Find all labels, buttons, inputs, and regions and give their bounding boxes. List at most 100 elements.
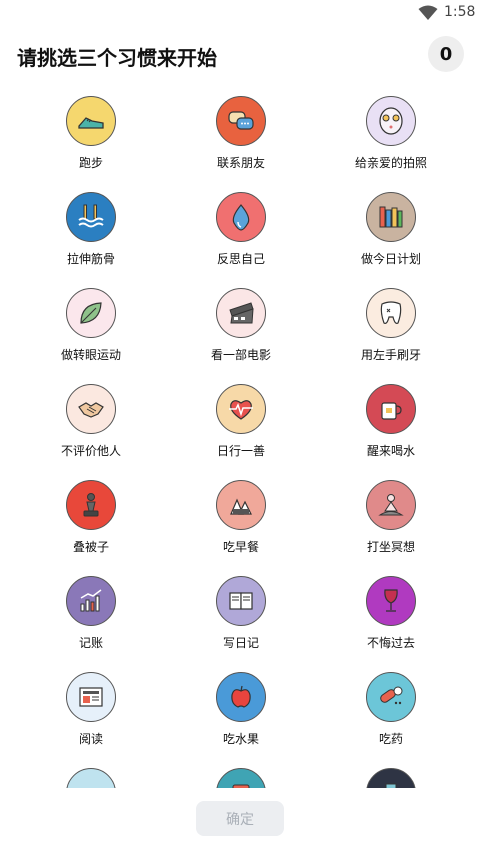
habit-icon-circle (66, 672, 116, 722)
habit-item[interactable]: 打坐冥想 (316, 472, 466, 568)
habit-item[interactable]: 不评价他人 (16, 376, 166, 472)
habit-icon-circle (366, 576, 416, 626)
habit-icon-circle (216, 480, 266, 530)
page-title: 请挑选三个习惯来开始 (17, 46, 217, 70)
habit-label: 阅读 (78, 732, 103, 746)
pills-icon (380, 686, 403, 705)
habit-icon-circle (66, 480, 116, 530)
habit-item[interactable]: 看一部电影 (166, 280, 316, 376)
habit-grid: 跑步 联系朋友 给亲爱的拍照拉伸筋骨 反思自己 做今日计划做转眼运动 看一部电影 用左手刷牙… (0, 88, 480, 788)
habit-icon-circle (366, 384, 416, 434)
leaf-icon (80, 302, 102, 324)
habit-label: 跑步 (78, 156, 103, 170)
chat-bubbles-icon (228, 111, 254, 130)
habit-item[interactable]: 不悔过去 (316, 568, 466, 664)
habit-grid-viewport[interactable]: 跑步 联系朋友 给亲爱的拍照拉伸筋骨 反思自己 做今日计划做转眼运动 看一部电影 用左手刷牙… (0, 88, 480, 788)
habit-label: 用左手刷牙 (360, 348, 421, 362)
apple-icon (231, 685, 251, 708)
habit-item[interactable]: 记账 (16, 568, 166, 664)
habit-item[interactable]: 反思自己 (166, 184, 316, 280)
habit-icon-circle (366, 480, 416, 530)
confirm-button[interactable]: 确定 (196, 801, 284, 836)
habit-item[interactable]: 阅读 (16, 664, 166, 760)
habit-label: 吃药 (378, 732, 403, 746)
habit-icon-circle (366, 96, 416, 146)
habit-item[interactable]: 吃药 (316, 664, 466, 760)
habit-icon-circle (66, 288, 116, 338)
habit-item[interactable]: 叠被子 (16, 472, 166, 568)
habit-label: 联系朋友 (216, 156, 265, 170)
habit-icon-circle (216, 96, 266, 146)
door-icon (385, 783, 397, 788)
habit-label: 做转眼运动 (60, 348, 121, 362)
habit-icon-circle (66, 192, 116, 242)
swimming-pool-icon (78, 204, 104, 228)
shoe-icon (78, 117, 104, 129)
habit-icon-circle (366, 672, 416, 722)
water-drop-icon (232, 204, 250, 231)
habit-icon-circle (216, 576, 266, 626)
habit-label: 不悔过去 (366, 636, 415, 650)
habit-icon-circle (66, 96, 116, 146)
habit-item[interactable]: 写日记 (166, 568, 316, 664)
habit-item[interactable]: 做今日计划 (316, 184, 466, 280)
books-icon (379, 206, 403, 228)
habit-label: 不评价他人 (60, 444, 121, 458)
habit-item[interactable]: 做转眼运动 (16, 280, 166, 376)
habit-label: 日行一善 (216, 444, 265, 458)
selected-count-badge: 0 (428, 36, 464, 72)
habit-item[interactable]: 跑步 (16, 88, 166, 184)
habit-icon-circle (216, 768, 266, 788)
habit-label: 看一部电影 (210, 348, 271, 362)
habit-label: 做今日计划 (360, 252, 421, 266)
bandage-icon (76, 778, 106, 788)
habit-label: 叠被子 (72, 540, 109, 554)
notebook-icon (229, 592, 253, 610)
chess-piece-icon (83, 493, 99, 517)
habit-label: 记账 (78, 636, 103, 650)
habit-icon-circle (66, 768, 116, 788)
status-bar: 1:58 (0, 0, 480, 26)
habit-item[interactable]: 醒来喝水 (316, 376, 466, 472)
habit-icon-circle (66, 576, 116, 626)
habit-item[interactable] (16, 760, 166, 788)
habit-label: 写日记 (222, 636, 259, 650)
handshake-icon (78, 402, 104, 418)
habit-label: 给亲爱的拍照 (354, 156, 427, 170)
habit-icon-circle (216, 672, 266, 722)
habit-icon-circle (66, 384, 116, 434)
status-time: 1:58 (444, 4, 476, 20)
habit-item[interactable]: 拉伸筋骨 (16, 184, 166, 280)
habit-icon-circle (216, 384, 266, 434)
habit-icon-circle (366, 768, 416, 788)
tooth-icon (380, 301, 402, 324)
habit-item[interactable]: 给亲爱的拍照 (316, 88, 466, 184)
habit-icon-circle (216, 192, 266, 242)
face-mask-icon (379, 107, 403, 135)
habit-item[interactable]: 吃早餐 (166, 472, 316, 568)
heartbeat-icon (229, 400, 253, 420)
wine-glass-icon (384, 589, 398, 612)
habit-item[interactable]: 联系朋友 (166, 88, 316, 184)
film-strip-icon (229, 302, 254, 324)
wifi-icon (418, 5, 438, 20)
habit-icon-circle (366, 192, 416, 242)
habit-item[interactable] (166, 760, 316, 788)
habit-item[interactable]: 用左手刷牙 (316, 280, 466, 376)
newspaper-icon (79, 687, 103, 707)
habit-label: 反思自己 (216, 252, 265, 266)
habit-label: 打坐冥想 (366, 540, 415, 554)
habit-label: 醒来喝水 (366, 444, 415, 458)
finance-chart-icon (80, 589, 102, 612)
habit-item[interactable]: 日行一善 (166, 376, 316, 472)
habit-icon-circle (216, 288, 266, 338)
meditation-icon (378, 494, 404, 516)
habit-item[interactable] (316, 760, 466, 788)
habit-icon-circle (366, 288, 416, 338)
habit-item[interactable]: 吃水果 (166, 664, 316, 760)
habit-label: 吃早餐 (222, 540, 259, 554)
habit-label: 吃水果 (222, 732, 259, 746)
rice-balls-icon (230, 498, 252, 515)
habit-label: 拉伸筋骨 (66, 252, 115, 266)
jar-icon (232, 784, 250, 788)
